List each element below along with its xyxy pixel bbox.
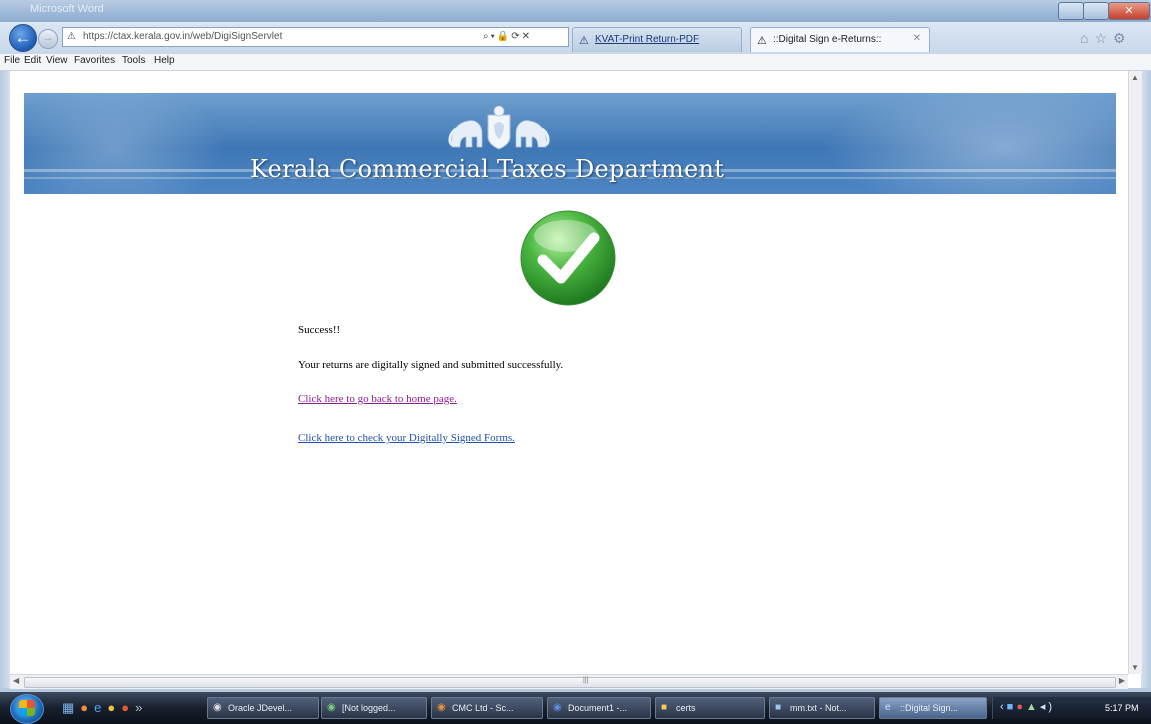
horizontal-scrollbar[interactable]: ◀ ||| ▶	[10, 674, 1128, 689]
grip-icon: |||	[583, 677, 589, 684]
update-icon[interactable]: ▲	[1026, 701, 1040, 713]
taskbar-item-label: mm.txt - Not...	[790, 703, 847, 713]
notepad-icon: ■	[775, 702, 782, 713]
home-icon[interactable]: ⌂	[1080, 30, 1094, 46]
back-button[interactable]: ←	[9, 24, 37, 52]
taskbar-item-oracle[interactable]: ◉ Oracle JDevel...	[207, 697, 319, 719]
gear-icon[interactable]: ⚙	[1113, 30, 1132, 46]
window-frame-left	[0, 71, 10, 691]
taskbar-item-label: ::Digital Sign...	[900, 703, 959, 713]
taskbar-item-digital-sign[interactable]: e ::Digital Sign...	[879, 697, 987, 719]
tray-icons[interactable]: ‹■●▲◂)	[1000, 700, 1055, 713]
firefox-icon: ◉	[437, 702, 446, 713]
show-desktop-icon[interactable]: ▦	[62, 700, 80, 715]
menu-edit[interactable]: Edit	[24, 55, 41, 66]
windows-logo-icon	[19, 700, 35, 716]
scroll-right-icon[interactable]: ▶	[1119, 676, 1125, 685]
app-icon: ◉	[327, 702, 336, 713]
tab-favicon-icon: ⚠	[757, 35, 767, 47]
taskbar-item-notepad[interactable]: ■ mm.txt - Not...	[769, 697, 875, 719]
menu-view[interactable]: View	[46, 55, 68, 66]
scrollbar-thumb[interactable]: |||	[24, 677, 1116, 688]
menu-file[interactable]: File	[4, 55, 20, 66]
folder-icon: ■	[661, 702, 668, 713]
menu-tools[interactable]: Tools	[122, 55, 145, 66]
taskbar-item-cmc[interactable]: ◉ CMC Ltd - Sc...	[431, 697, 543, 719]
quick-launch: ▦●e●●»	[62, 700, 148, 716]
forward-arrow-icon: →	[42, 32, 54, 44]
back-arrow-icon: ←	[14, 28, 32, 47]
network-icon[interactable]: ■	[1007, 701, 1017, 713]
menu-help[interactable]: Help	[154, 55, 175, 66]
browser-toolbar-icons[interactable]: ⌂☆⚙	[1080, 30, 1132, 47]
status-text: Success!!	[298, 324, 341, 336]
vertical-scrollbar[interactable]: ▲ ▼	[1128, 71, 1142, 674]
tab-close-icon[interactable]: ✕	[913, 33, 921, 44]
home-page-link[interactable]: Click here to go back to home page.	[298, 393, 457, 405]
address-tools[interactable]: ⌕▾🔒⟳✕	[483, 31, 532, 42]
tab-digital-sign[interactable]: ⚠ ::Digital Sign e-Returns:: ✕	[750, 27, 930, 52]
taskbar-item-label: Oracle JDevel...	[228, 703, 293, 713]
taskbar-item-label: Document1 -...	[568, 703, 628, 713]
firefox-icon[interactable]: ●	[80, 700, 94, 715]
success-checkmark-icon	[520, 210, 616, 306]
ie-icon: e	[885, 702, 891, 713]
taskbar-item-label: [Not logged...	[342, 703, 396, 713]
tab-kvat-print-return[interactable]: ⚠ KVAT-Print Return-PDF	[572, 27, 742, 52]
window-frame-right	[1141, 71, 1151, 691]
ie-icon[interactable]: e	[94, 700, 107, 715]
taskbar-clock[interactable]: 5:17 PM	[1105, 703, 1139, 713]
menu-bar: File Edit View Favorites Tools Help	[0, 54, 1151, 71]
menu-favorites[interactable]: Favorites	[74, 55, 115, 66]
close-window-button[interactable]: ✕	[1108, 2, 1150, 20]
success-message: Your returns are digitally signed and su…	[298, 359, 564, 371]
page-content: Kerala Commercial Taxes Department Succe…	[10, 71, 1128, 674]
scroll-down-icon[interactable]: ▼	[1131, 663, 1139, 672]
word-icon: ◉	[553, 702, 562, 713]
page-title: Kerala Commercial Taxes Department	[250, 155, 725, 183]
window-title: Microsoft Word	[30, 3, 104, 15]
security-icon[interactable]: ●	[1016, 701, 1026, 713]
window-title-bar: Microsoft Word ✕	[0, 0, 1151, 22]
forward-button[interactable]: →	[38, 29, 58, 49]
app-icon: ◉	[213, 702, 222, 713]
minimize-button[interactable]	[1058, 2, 1084, 20]
scroll-up-icon[interactable]: ▲	[1131, 73, 1139, 82]
scroll-left-icon[interactable]: ◀	[13, 676, 19, 685]
tab-label: ::Digital Sign e-Returns::	[773, 34, 882, 45]
tray-expand-icon[interactable]: ‹	[1000, 701, 1007, 713]
taskbar-item-document1[interactable]: ◉ Document1 -...	[547, 697, 651, 719]
favorites-star-icon[interactable]: ☆	[1094, 30, 1113, 46]
address-url: https://ctax.kerala.gov.in/web/DigiSignS…	[83, 31, 283, 42]
volume-icon[interactable]: ◂)	[1040, 701, 1055, 713]
taskbar-item-label: CMC Ltd - Sc...	[452, 703, 514, 713]
taskbar-item-label: certs	[676, 703, 696, 713]
taskbar-item-certs[interactable]: ■ certs	[655, 697, 765, 719]
address-bar[interactable]: ⚠ https://ctax.kerala.gov.in/web/DigiSig…	[62, 27, 569, 47]
media-icon[interactable]: ●	[107, 700, 121, 715]
start-button[interactable]	[10, 694, 44, 724]
signed-forms-link[interactable]: Click here to check your Digitally Signe…	[298, 432, 515, 444]
overflow-icon[interactable]: »	[135, 700, 148, 715]
kerala-emblem-icon	[448, 105, 550, 150]
header-banner: Kerala Commercial Taxes Department	[24, 93, 1116, 194]
app-icon[interactable]: ●	[121, 700, 135, 715]
taskbar-item-not-logged[interactable]: ◉ [Not logged...	[321, 697, 427, 719]
site-favicon-icon: ⚠	[67, 31, 76, 42]
maximize-button[interactable]	[1083, 2, 1109, 20]
tab-favicon-icon: ⚠	[579, 35, 589, 47]
tab-label: KVAT-Print Return-PDF	[595, 34, 700, 45]
